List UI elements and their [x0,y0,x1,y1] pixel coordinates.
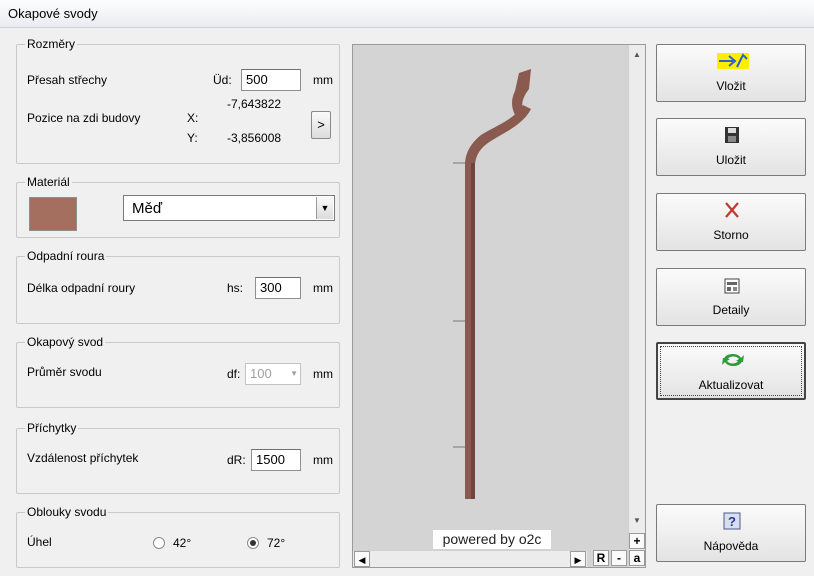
downpipe-bend [465,105,531,167]
chevron-down-icon: ▼ [290,369,298,378]
y-label: Y: [187,131,198,145]
zoom-out-button[interactable]: - [611,550,627,566]
okapovy-param: df: [227,367,241,381]
downpipe-shade [471,163,475,499]
reset-view-button[interactable]: R [593,550,609,566]
scroll-down-icon[interactable]: ▼ [629,513,645,529]
ulozit-label: Uložit [715,153,746,167]
group-oblouky: Oblouky svodu Úhel 42° 72° [16,505,340,568]
group-rozmery-legend: Rozměry [25,37,78,51]
aktualizovat-label: Aktualizovat [698,378,764,392]
odpadni-unit: mm [313,281,333,295]
storno-button[interactable]: Storno [656,193,806,251]
detaily-button[interactable]: Detaily [656,268,806,326]
downpipe-model [453,69,531,499]
window-title: Okapové svody [8,6,98,21]
svg-text:?: ? [728,514,736,529]
chevron-down-icon[interactable]: ▼ [316,197,333,219]
radio-72-label[interactable]: 72° [267,536,285,550]
position-arrow-button[interactable]: > [311,111,331,139]
material-select-value: Měď [132,200,163,217]
presah-unit: mm [313,73,333,87]
group-odpadni: Odpadní roura Délka odpadní roury hs: 30… [16,249,340,324]
storno-label: Storno [713,228,749,242]
pipe-3d-viewer[interactable]: ▲ ▼ powered by o2c ◀ ▶ + R - a [352,44,646,568]
detaily-label: Detaily [712,303,750,317]
prichytky-unit: mm [313,453,333,467]
scroll-right-icon[interactable]: ▶ [570,551,586,567]
scroll-up-icon[interactable]: ▲ [629,47,645,63]
group-prichytky-legend: Příchytky [25,421,79,435]
scroll-left-icon[interactable]: ◀ [354,551,370,567]
insert-icon [717,53,749,69]
okapovy-unit: mm [313,367,333,381]
viewer-horizontal-scrollbar[interactable]: ◀ ▶ [353,550,587,567]
zoom-in-button[interactable]: + [629,533,645,549]
help-icon: ? [723,512,741,530]
napoveda-label: Nápověda [703,539,759,553]
ulozit-button[interactable]: Uložit [656,118,806,176]
odpadni-input[interactable]: 300 [255,277,301,299]
oblouky-label: Úhel [27,535,52,549]
y-value: -3,856008 [227,131,282,145]
group-material-legend: Materiál [25,175,72,189]
view-a-button[interactable]: a [629,550,645,566]
material-select[interactable]: Měď ▼ [123,195,335,221]
close-icon [725,202,739,218]
okapovy-label: Průměr svodu [27,365,102,379]
group-rozmery: Rozměry Přesah střechy Üd: 500 mm Pozice… [16,37,340,164]
prichytky-input[interactable]: 1500 [251,449,301,471]
radio-42-label[interactable]: 42° [173,536,191,550]
okapovy-select: 100 ▼ [245,363,301,385]
vlozit-button[interactable]: Vložit [656,44,806,102]
group-oblouky-legend: Oblouky svodu [25,505,109,519]
radio-42[interactable] [153,537,165,549]
presah-label: Přesah střechy [27,73,108,87]
refresh-icon [722,353,744,367]
details-icon [724,278,740,294]
prichytky-label: Vzdálenost příchytek [27,451,139,465]
viewer-vertical-scrollbar[interactable]: ▲ ▼ [628,45,645,567]
odpadni-label: Délka odpadní roury [27,281,136,295]
pozice-label: Pozice na zdi budovy [27,111,141,125]
group-prichytky: Příchytky Vzdálenost příchytek dR: 1500 … [16,421,340,494]
group-okapovy-legend: Okapový svod [25,335,106,349]
powered-by-label: powered by o2c [433,530,551,549]
radio-72[interactable] [247,537,259,549]
dialog-client: Rozměry Přesah střechy Üd: 500 mm Pozice… [6,32,810,574]
okapovy-select-value: 100 [250,366,272,381]
group-okapovy: Okapový svod Průměr svodu df: 100 ▼ mm [16,335,340,408]
group-material: Materiál Měď ▼ [16,175,340,238]
x-label: X: [187,111,199,125]
prichytky-param: dR: [227,453,246,467]
group-odpadni-legend: Odpadní roura [25,249,107,263]
title-bar: Okapové svody [0,0,814,28]
material-swatch [29,197,77,231]
aktualizovat-button[interactable]: Aktualizovat [656,342,806,400]
floppy-disk-icon [725,127,739,143]
napoveda-button[interactable]: ? Nápověda [656,504,806,562]
x-value: -7,643822 [227,97,282,111]
odpadni-param: hs: [227,281,244,295]
presah-input[interactable]: 500 [241,69,301,91]
vlozit-label: Vložit [716,79,746,93]
presah-param: Üd: [213,73,232,87]
